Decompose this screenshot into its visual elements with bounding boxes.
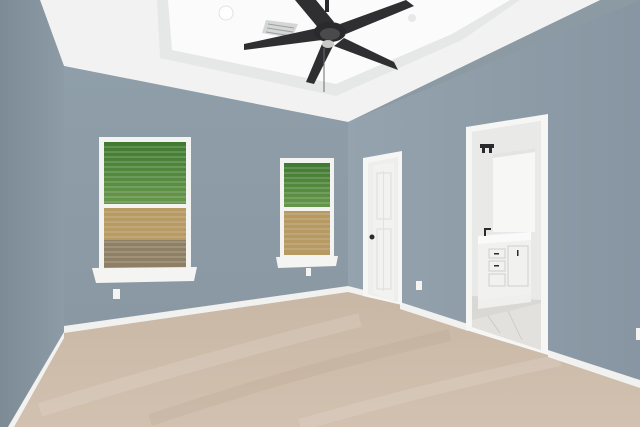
bathroom-doorway — [466, 114, 548, 355]
outlet-icon — [306, 268, 311, 276]
bedroom-scene — [0, 0, 640, 427]
outlet-icon — [636, 328, 640, 340]
window-left-sill — [92, 267, 197, 283]
recessed-light-icon — [218, 5, 234, 21]
window-left — [92, 137, 197, 283]
outlet-icon — [113, 289, 120, 299]
closet-door — [363, 151, 402, 305]
outlet-icon — [416, 281, 422, 290]
window-right-sill — [276, 256, 338, 268]
door-knob-icon — [369, 234, 375, 240]
window-right — [276, 158, 338, 268]
